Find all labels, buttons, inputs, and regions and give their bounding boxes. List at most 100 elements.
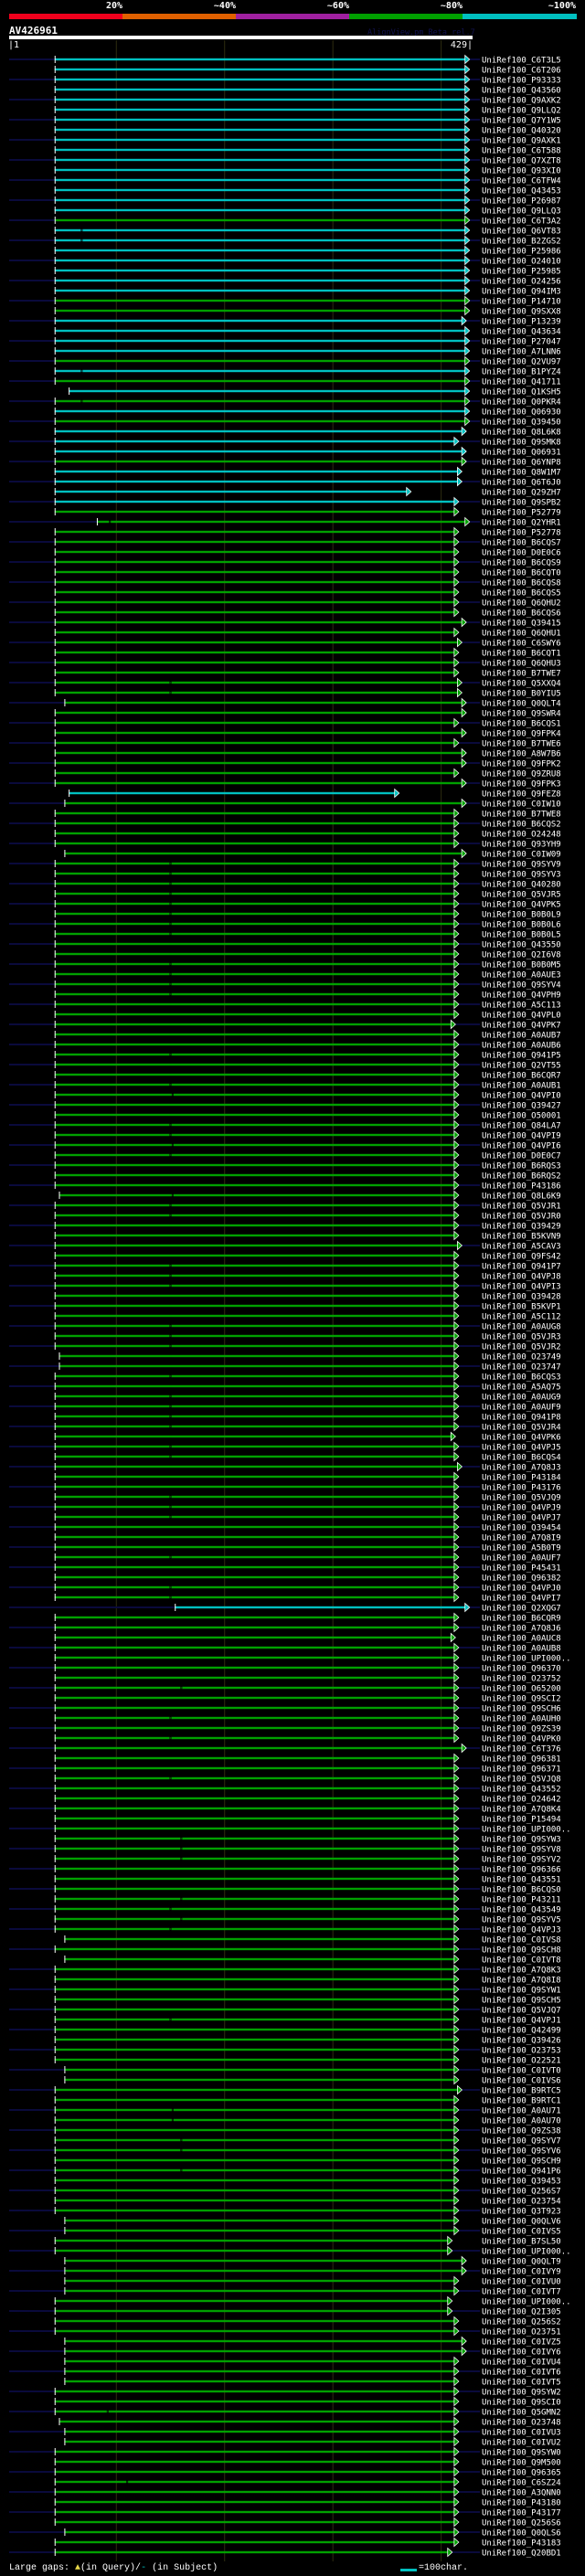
hit-label[interactable]: UniRef100_C0IVU2 (482, 2439, 561, 2448)
hit-label[interactable]: UniRef100_Q5XXQ4 (482, 680, 561, 689)
hit-label[interactable]: UniRef100_Q5VJQ9 (482, 1494, 561, 1503)
hit-label[interactable]: UniRef100_C6SZ24 (482, 2479, 561, 2488)
hit-label[interactable]: UniRef100_Q39454 (482, 1524, 561, 1533)
hit-label[interactable]: UniRef100_Q39415 (482, 620, 561, 629)
hit-label[interactable]: UniRef100_Q6T6J0 (482, 479, 561, 488)
hit-label[interactable]: UniRef100_Q93XI0 (482, 167, 561, 176)
hit-label[interactable]: UniRef100_Q4VPL0 (482, 1012, 561, 1021)
hit-label[interactable]: UniRef100_C6T206 (482, 67, 561, 76)
hit-label[interactable]: UniRef100_Q2YHR1 (482, 519, 561, 528)
hit-label[interactable]: UniRef100_Q9FPK3 (482, 780, 561, 790)
hit-label[interactable]: UniRef100_Q9FPK4 (482, 730, 561, 739)
hit-label[interactable]: UniRef100_B9RTC1 (482, 2097, 561, 2106)
hit-label[interactable]: UniRef100_C0IVT7 (482, 2288, 561, 2297)
hit-label[interactable]: UniRef100_A0AUC8 (482, 1635, 561, 1644)
hit-label[interactable]: UniRef100_C0IVY9 (482, 2268, 561, 2277)
hit-label[interactable]: UniRef100_Q4VPK6 (482, 1434, 561, 1443)
hit-label[interactable]: UniRef100_Q4VPI0 (482, 1092, 561, 1101)
hit-label[interactable]: UniRef100_Q256S7 (482, 2188, 561, 2197)
hit-label[interactable]: UniRef100_A7Q8K3 (482, 1966, 561, 1976)
hit-label[interactable]: UniRef100_Q5VJQ8 (482, 1776, 561, 1785)
hit-label[interactable]: UniRef100_Q4VPJ1 (482, 2017, 561, 2026)
hit-label[interactable]: UniRef100_Q9SYW0 (482, 2449, 561, 2458)
hit-label[interactable]: UniRef100_Q9ZRU8 (482, 770, 561, 779)
hit-label[interactable]: UniRef100_Q2VU97 (482, 358, 561, 367)
hit-label[interactable]: UniRef100_Q06931 (482, 449, 561, 458)
hit-label[interactable]: UniRef100_C6TFW4 (482, 177, 561, 186)
hit-label[interactable]: UniRef100_P13239 (482, 318, 561, 327)
hit-label[interactable]: UniRef100_B6CQS1 (482, 720, 561, 729)
hit-label[interactable]: UniRef100_Q96382 (482, 1574, 561, 1584)
hit-label[interactable]: UniRef100_Q7XZT8 (482, 157, 561, 166)
hit-label[interactable]: UniRef100_Q40320 (482, 127, 561, 136)
hit-label[interactable]: UniRef100_O23747 (482, 1363, 561, 1373)
hit-label[interactable]: UniRef100_Q41711 (482, 378, 561, 387)
hit-label[interactable]: UniRef100_Q96366 (482, 1866, 561, 1875)
hit-label[interactable]: UniRef100_A5CAV3 (482, 1243, 561, 1252)
hit-label[interactable]: UniRef100_A0AUB8 (482, 1645, 561, 1654)
hit-label[interactable]: UniRef100_Q0QLT9 (482, 2258, 561, 2267)
hit-label[interactable]: UniRef100_Q0QLV6 (482, 2218, 561, 2227)
hit-label[interactable]: UniRef100_Q7Y1W5 (482, 117, 561, 126)
hit-label[interactable]: UniRef100_Q9FS42 (482, 1253, 561, 1262)
hit-label[interactable]: UniRef100_Q9SCH9 (482, 2157, 561, 2167)
hit-label[interactable]: UniRef100_Q4VPJ7 (482, 1514, 561, 1523)
hit-label[interactable]: UniRef100_B9RTC5 (482, 2087, 561, 2096)
hit-label[interactable]: UniRef100_A7Q8I8 (482, 1977, 561, 1986)
hit-label[interactable]: UniRef100_C0IVU3 (482, 2429, 561, 2438)
hit-label[interactable]: UniRef100_B5KVP1 (482, 1303, 561, 1312)
hit-label[interactable]: UniRef100_Q9SMK8 (482, 439, 561, 448)
hit-label[interactable]: UniRef100_Q4VPI3 (482, 1283, 561, 1292)
hit-label[interactable]: UniRef100_A0AUH0 (482, 1715, 561, 1724)
hit-label[interactable]: UniRef100_O24642 (482, 1796, 561, 1805)
hit-label[interactable]: UniRef100_D0E0C7 (482, 1152, 561, 1161)
hit-label[interactable]: UniRef100_Q39428 (482, 1293, 561, 1302)
hit-label[interactable]: UniRef100_C0IVT6 (482, 2369, 561, 2378)
hit-label[interactable]: UniRef100_B0B0L6 (482, 921, 561, 930)
hit-label[interactable]: UniRef100_O23749 (482, 1353, 561, 1362)
hit-label[interactable]: UniRef100_P26987 (482, 197, 561, 207)
hit-label[interactable]: UniRef100_Q941P5 (482, 1052, 561, 1061)
hit-label[interactable]: UniRef100_Q42499 (482, 2027, 561, 2036)
hit-label[interactable]: UniRef100_C6T588 (482, 147, 561, 156)
hit-label[interactable]: UniRef100_Q3T923 (482, 2208, 561, 2217)
hit-label[interactable]: UniRef100_Q9SYV4 (482, 981, 561, 991)
hit-label[interactable]: UniRef100_B7TWE6 (482, 740, 561, 749)
hit-label[interactable]: UniRef100_B6CQS6 (482, 610, 561, 619)
hit-label[interactable]: UniRef100_Q6VT83 (482, 228, 561, 237)
hit-label[interactable]: UniRef100_Q0PKR4 (482, 398, 561, 408)
hit-label[interactable]: UniRef100_Q43551 (482, 1876, 561, 1885)
hit-label[interactable]: UniRef100_A0AUF7 (482, 1554, 561, 1564)
hit-label[interactable]: UniRef100_UPI000.. (482, 1655, 571, 1664)
hit-label[interactable]: UniRef100_Q4VPI7 (482, 1595, 561, 1604)
hit-label[interactable]: UniRef100_D0E0C6 (482, 549, 561, 558)
hit-label[interactable]: UniRef100_Q256S2 (482, 2318, 561, 2327)
hit-label[interactable]: UniRef100_C0IW09 (482, 851, 561, 860)
hit-label[interactable]: UniRef100_A0AUB7 (482, 1032, 561, 1041)
hit-label[interactable]: UniRef100_Q5VJR1 (482, 1203, 561, 1212)
hit-label[interactable]: UniRef100_A7Q8J6 (482, 1625, 561, 1634)
hit-label[interactable]: UniRef100_Q9FPK2 (482, 760, 561, 769)
hit-label[interactable]: UniRef100_B6CQT1 (482, 650, 561, 659)
hit-label[interactable]: UniRef100_Q2XQG7 (482, 1605, 561, 1614)
hit-label[interactable]: UniRef100_Q29ZH7 (482, 489, 561, 498)
hit-label[interactable]: UniRef100_B5KVN9 (482, 1233, 561, 1242)
hit-label[interactable]: UniRef100_P43211 (482, 1896, 561, 1905)
hit-label[interactable]: UniRef100_Q9SYV9 (482, 861, 561, 870)
hit-label[interactable]: UniRef100_Q43560 (482, 87, 561, 96)
hit-label[interactable]: UniRef100_Q9SYV5 (482, 1916, 561, 1925)
hit-label[interactable]: UniRef100_Q2I6V8 (482, 951, 561, 960)
hit-label[interactable]: UniRef100_Q5VJR3 (482, 1333, 561, 1342)
hit-label[interactable]: UniRef100_B2ZGS2 (482, 238, 561, 247)
hit-label[interactable]: UniRef100_C0IVY6 (482, 2348, 561, 2358)
hit-label[interactable]: UniRef100_Q9SYV3 (482, 871, 561, 880)
hit-label[interactable]: UniRef100_Q5VJR5 (482, 891, 561, 900)
hit-label[interactable]: UniRef100_B6CQS8 (482, 579, 561, 588)
hit-label[interactable]: UniRef100_B0B0M5 (482, 961, 561, 970)
hit-label[interactable]: UniRef100_P43186 (482, 1182, 561, 1192)
hit-label[interactable]: UniRef100_O24010 (482, 258, 561, 267)
hit-label[interactable]: UniRef100_Q9SYV6 (482, 2147, 561, 2157)
hit-label[interactable]: UniRef100_Q9ZS39 (482, 1725, 561, 1734)
hit-label[interactable]: UniRef100_Q9SCI0 (482, 2399, 561, 2408)
hit-label[interactable]: UniRef100_P93333 (482, 77, 561, 86)
